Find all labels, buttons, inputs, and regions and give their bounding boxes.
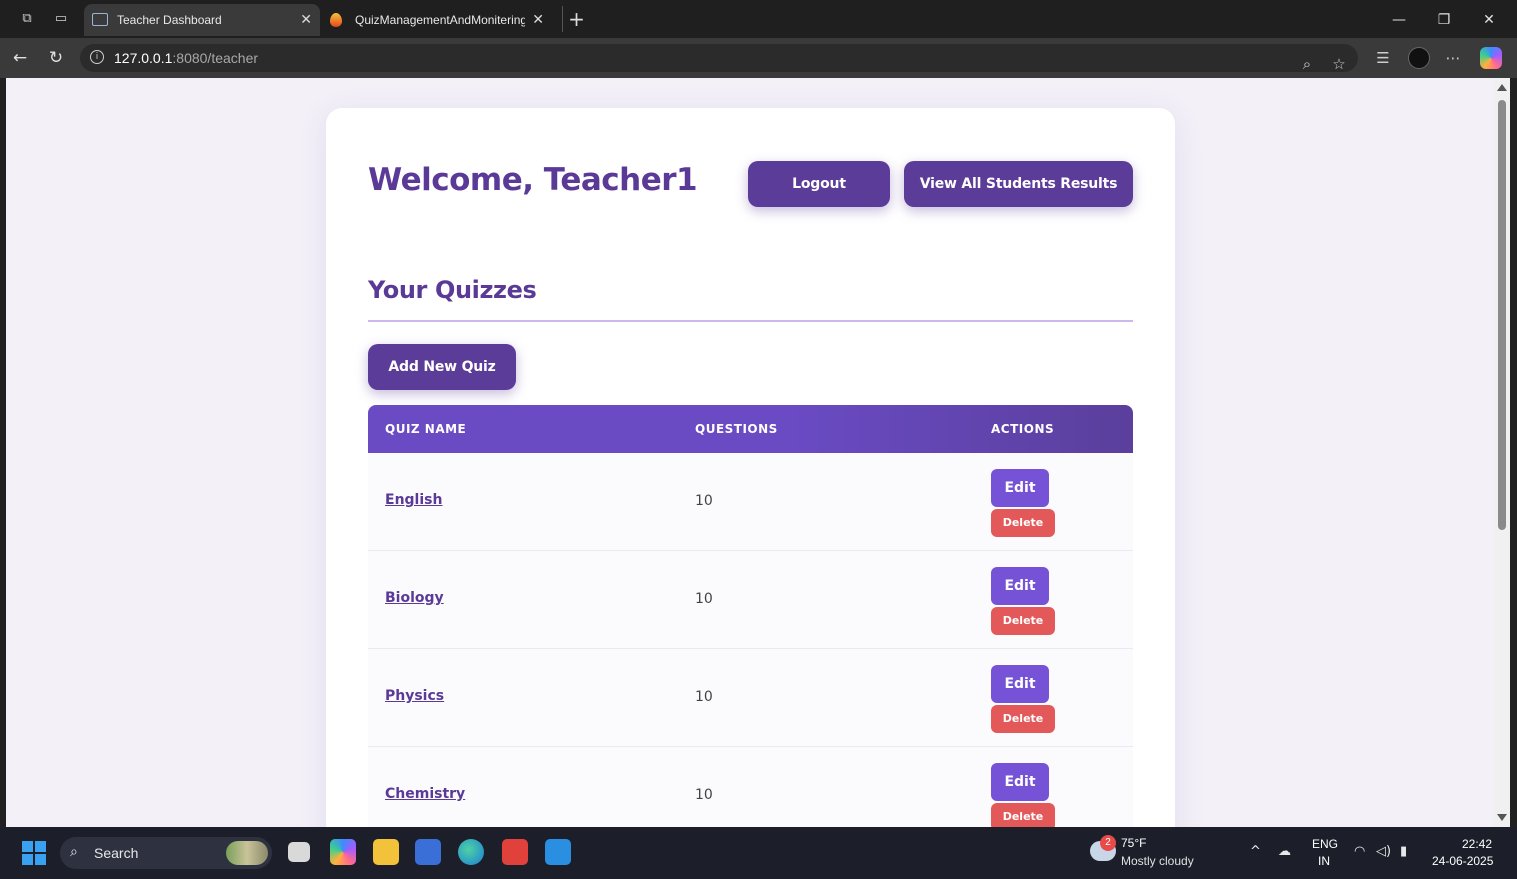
battery-icon[interactable]: ▮ bbox=[1400, 844, 1407, 859]
cloud-sync-icon[interactable]: ☁ bbox=[1278, 844, 1291, 859]
taskbar-search[interactable]: ⌕ Search bbox=[60, 837, 272, 869]
weather-temperature[interactable]: 75°F bbox=[1121, 836, 1146, 850]
page-favicon-icon bbox=[92, 13, 108, 26]
section-divider bbox=[368, 320, 1133, 322]
weather-badge: 2 bbox=[1100, 835, 1116, 851]
dashboard-card: Welcome, Teacher1 Logout View All Studen… bbox=[326, 108, 1175, 827]
wifi-icon[interactable]: ◠ bbox=[1354, 844, 1365, 859]
quiz-name-link[interactable]: English bbox=[385, 492, 442, 508]
app-favicon-icon bbox=[330, 13, 342, 27]
weather-description[interactable]: Mostly cloudy bbox=[1121, 854, 1194, 868]
add-new-quiz-button[interactable]: Add New Quiz bbox=[368, 344, 516, 390]
section-title: Your Quizzes bbox=[368, 276, 537, 304]
wps-office-icon[interactable] bbox=[502, 839, 528, 865]
store-icon[interactable] bbox=[415, 839, 441, 865]
close-icon[interactable]: ✕ bbox=[532, 4, 544, 36]
task-view-icon[interactable] bbox=[288, 842, 310, 862]
windows-start-icon[interactable] bbox=[22, 841, 46, 865]
edge-browser-icon[interactable] bbox=[458, 839, 484, 865]
tab-actions-icon[interactable]: ▭ bbox=[52, 10, 70, 28]
language-indicator[interactable]: ENG bbox=[1312, 837, 1338, 851]
search-highlight-icon bbox=[226, 841, 268, 865]
close-icon[interactable]: ✕ bbox=[300, 4, 312, 36]
back-icon[interactable]: ← bbox=[9, 47, 31, 69]
delete-button[interactable]: Delete bbox=[991, 803, 1055, 827]
tab-title: QuizManagementAndMonitering bbox=[355, 13, 525, 27]
question-count: 10 bbox=[695, 493, 713, 509]
region-indicator[interactable]: IN bbox=[1318, 854, 1330, 868]
windows-taskbar: ⌕ Search 2 75°F Mostly cloudy ^ ☁ ENG IN… bbox=[0, 827, 1517, 879]
table-row: Physics 10 Edit Delete bbox=[368, 649, 1133, 747]
clock-time[interactable]: 22:42 bbox=[1462, 837, 1492, 851]
address-bar[interactable]: i 127.0.0.1:8080/teacher ⌕ ☆ bbox=[80, 44, 1358, 75]
delete-button[interactable]: Delete bbox=[991, 705, 1055, 733]
copilot-icon[interactable] bbox=[1480, 47, 1502, 69]
browser-tab-bar: ⧉ ▭ Teacher Dashboard ✕ QuizManagementAn… bbox=[0, 0, 1517, 38]
search-icon: ⌕ bbox=[70, 844, 78, 860]
vs-code-icon[interactable] bbox=[545, 839, 571, 865]
tab-teacher-dashboard[interactable]: Teacher Dashboard ✕ bbox=[84, 4, 320, 36]
quiz-table: QUIZ NAME QUESTIONS ACTIONS English 10 E… bbox=[368, 405, 1133, 827]
minimize-icon[interactable]: — bbox=[1384, 8, 1414, 32]
volume-icon[interactable]: ◁) bbox=[1376, 844, 1391, 859]
logout-button[interactable]: Logout bbox=[748, 161, 890, 207]
tab-title: Teacher Dashboard bbox=[117, 13, 222, 27]
quiz-name-link[interactable]: Physics bbox=[385, 688, 444, 704]
window-close-icon[interactable]: ✕ bbox=[1474, 8, 1504, 32]
table-row: Biology 10 Edit Delete bbox=[368, 551, 1133, 649]
refresh-icon[interactable]: ↻ bbox=[45, 47, 67, 69]
new-tab-button[interactable]: + bbox=[562, 6, 586, 32]
view-all-results-button[interactable]: View All Students Results bbox=[904, 161, 1133, 207]
page-scrollbar[interactable] bbox=[1494, 78, 1510, 827]
edit-button[interactable]: Edit bbox=[991, 469, 1049, 507]
edit-button[interactable]: Edit bbox=[991, 665, 1049, 703]
profile-icon[interactable] bbox=[1408, 47, 1430, 69]
address-toolbar: ← ↻ i 127.0.0.1:8080/teacher ⌕ ☆ ☰ ⋯ bbox=[0, 38, 1517, 78]
edit-button[interactable]: Edit bbox=[991, 763, 1049, 801]
quiz-name-link[interactable]: Biology bbox=[385, 590, 444, 606]
page-viewport: Welcome, Teacher1 Logout View All Studen… bbox=[6, 78, 1494, 827]
favorite-star-icon[interactable]: ☆ bbox=[1328, 53, 1350, 75]
delete-button[interactable]: Delete bbox=[991, 509, 1055, 537]
file-explorer-icon[interactable] bbox=[373, 839, 399, 865]
copilot-app-icon[interactable] bbox=[330, 839, 356, 865]
question-count: 10 bbox=[695, 591, 713, 607]
question-count: 10 bbox=[695, 787, 713, 803]
workspaces-icon[interactable]: ⧉ bbox=[18, 10, 36, 28]
zoom-icon[interactable]: ⌕ bbox=[1296, 53, 1318, 75]
page-title: Welcome, Teacher1 bbox=[368, 162, 698, 198]
quiz-name-link[interactable]: Chemistry bbox=[385, 786, 465, 802]
chevron-up-icon[interactable]: ^ bbox=[1250, 844, 1261, 859]
column-header-questions: QUESTIONS bbox=[695, 422, 778, 436]
scroll-up-icon[interactable] bbox=[1497, 84, 1507, 91]
table-header: QUIZ NAME QUESTIONS ACTIONS bbox=[368, 405, 1133, 453]
site-info-icon[interactable]: i bbox=[90, 50, 104, 64]
question-count: 10 bbox=[695, 689, 713, 705]
table-row: Chemistry 10 Edit Delete bbox=[368, 747, 1133, 827]
restore-icon[interactable]: ❐ bbox=[1429, 8, 1459, 32]
url-text[interactable]: 127.0.0.1:8080/teacher bbox=[114, 50, 258, 66]
tab-quiz-management[interactable]: QuizManagementAndMonitering ✕ bbox=[322, 4, 554, 36]
column-header-actions: ACTIONS bbox=[991, 422, 1055, 436]
more-icon[interactable]: ⋯ bbox=[1442, 47, 1464, 69]
scroll-down-icon[interactable] bbox=[1497, 814, 1507, 821]
favorites-icon[interactable]: ☰ bbox=[1372, 47, 1394, 69]
clock-date[interactable]: 24-06-2025 bbox=[1432, 854, 1493, 868]
delete-button[interactable]: Delete bbox=[991, 607, 1055, 635]
scroll-thumb[interactable] bbox=[1498, 100, 1506, 530]
table-row: English 10 Edit Delete bbox=[368, 453, 1133, 551]
search-label: Search bbox=[94, 845, 139, 861]
column-header-quiz-name: QUIZ NAME bbox=[385, 422, 467, 436]
edit-button[interactable]: Edit bbox=[991, 567, 1049, 605]
